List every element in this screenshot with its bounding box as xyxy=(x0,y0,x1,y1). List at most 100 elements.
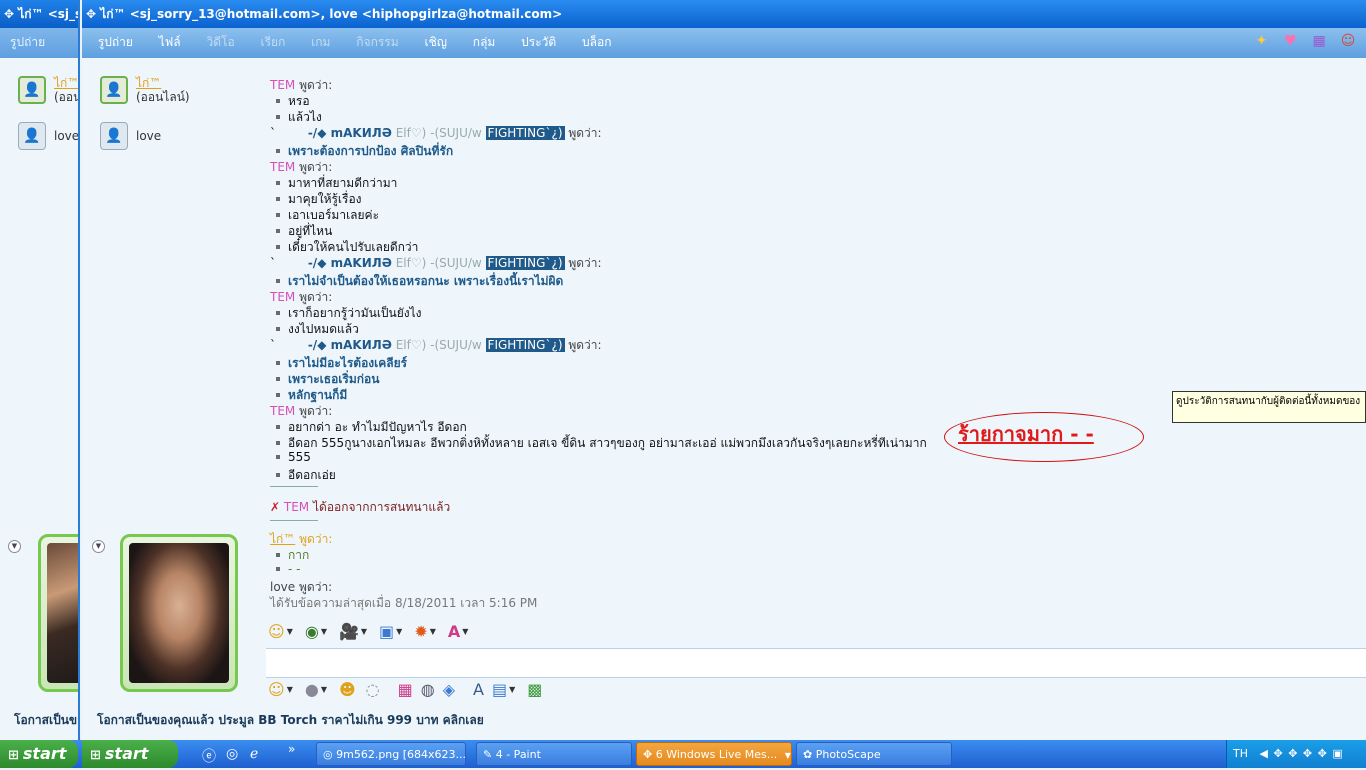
messenger-icon: ✥ xyxy=(86,7,97,21)
ad-banner[interactable]: โอกาสเป็นของคุณแล้ว ประมูล BB Torch ราคา… xyxy=(97,711,484,730)
contact-love[interactable]: 👤 love xyxy=(100,122,161,150)
collapse-icon[interactable]: ▼ xyxy=(8,540,21,553)
ink-grid-icon[interactable]: ▦ xyxy=(398,680,413,699)
window-titlebar[interactable]: ✥ ไก่™ <sj_sorry_13@hotmail.com>, love <… xyxy=(82,0,1366,28)
background-icon[interactable]: ▤ xyxy=(492,680,507,699)
separator xyxy=(270,486,318,487)
background-menubar: รูปถ่าย xyxy=(0,28,78,58)
task-chrome-9m562[interactable]: ◎ 9m562.png [684x623... xyxy=(316,742,466,766)
voice-clip-icon[interactable]: ● xyxy=(305,680,319,699)
start-button-background[interactable]: ⊞ start xyxy=(0,740,78,768)
collapse-icon[interactable]: ▼ xyxy=(92,540,105,553)
menu-invite[interactable]: เชิญ xyxy=(424,28,446,56)
background-contact-love[interactable]: 👤 love xyxy=(18,122,78,150)
video-camera-icon[interactable]: 🎥 xyxy=(339,622,359,641)
messenger-tray-icon[interactable]: ✥ xyxy=(1303,740,1312,768)
wink-icon[interactable]: ◉ xyxy=(305,622,319,641)
system-tray: TH ◀ ✥ ✥ ✥ ✥ ▣ xyxy=(1226,740,1366,768)
format-toolbar: ☺ ▼ ◉ ▼ 🎥 ▼ ▣ ▼ ✹ ▼ A ▼ xyxy=(268,618,480,644)
emoticon-icon[interactable]: ☺ xyxy=(268,622,285,641)
messenger-tray-icon[interactable]: ✥ xyxy=(1288,740,1297,768)
messenger-tray-icon[interactable]: ✥ xyxy=(1273,740,1282,768)
sound-icon[interactable]: ◍ xyxy=(421,680,435,699)
dropdown-arrow-icon[interactable]: ▼ xyxy=(462,627,468,636)
task-photoscape[interactable]: ✿ PhotoScape xyxy=(796,742,952,766)
separator xyxy=(270,520,318,521)
games-icon[interactable]: ▩ xyxy=(527,680,542,699)
emoticon-icon[interactable]: ☺ xyxy=(268,680,285,699)
font-style-icon[interactable]: A xyxy=(448,622,460,641)
display-picture[interactable] xyxy=(120,534,238,692)
network-tray-icon[interactable]: ▣ xyxy=(1332,740,1342,768)
message-header: ` -/◆ mAKИЛӘ Elf♡) -(SUJU/w FIGHTING`¿) … xyxy=(270,256,602,270)
chrome-icon[interactable]: ◎ xyxy=(226,746,238,762)
annotation-text: ร้ายกาจมาก - - xyxy=(958,422,1094,446)
nudge-icon[interactable]: ✹ xyxy=(414,622,427,641)
dropdown-arrow-icon[interactable]: ▼ xyxy=(287,627,293,636)
paint-icon: ✎ xyxy=(483,748,493,761)
contact-avatar: 👤 xyxy=(18,122,46,150)
dropdown-arrow-icon[interactable]: ▼ xyxy=(430,627,436,636)
contact-kai[interactable]: 👤 ไก่™ (ออนไลน์) xyxy=(100,76,190,104)
dropdown-arrow-icon[interactable]: ▼ xyxy=(321,627,327,636)
menu-history[interactable]: ประวัติ xyxy=(521,28,556,56)
message-line: อีดอก 555กูนางเอกไหมละ อีพวกติ่งหิทั้งหล… xyxy=(270,434,927,453)
ie-icon[interactable]: ⓔ xyxy=(202,746,216,766)
menu-files[interactable]: ไฟล์ xyxy=(159,28,181,56)
messenger-icon: ✥ xyxy=(643,748,653,761)
task-paint[interactable]: ✎ 4 - Paint xyxy=(476,742,632,766)
menu-photos[interactable]: รูปถ่าย xyxy=(98,28,133,56)
tray-expand-icon[interactable]: ◀ xyxy=(1260,740,1268,768)
message-line: - - xyxy=(270,562,300,576)
user-left-icon: ✗ xyxy=(270,500,281,514)
dropdown-arrow-icon[interactable]: ▼ xyxy=(287,685,293,694)
dropdown-arrow-icon[interactable]: ▼ xyxy=(509,685,515,694)
menu-call[interactable]: เรียก xyxy=(261,28,286,56)
start-button[interactable]: ⊞ start xyxy=(82,740,178,768)
messenger-conversation-window[interactable]: ✥ ไก่™ <sj_sorry_13@hotmail.com>, love <… xyxy=(82,0,1366,740)
magic-wand-icon[interactable]: ✦ xyxy=(1254,33,1270,49)
taskbar: ⊞ start ⊞ start ⓔ ◎ ℯ » ◎ 9m562.png [684x6… xyxy=(0,740,1366,768)
background-display-picture[interactable] xyxy=(38,534,78,692)
background-picture-icon[interactable]: ▣ xyxy=(379,622,394,641)
speech-icon[interactable]: ◌ xyxy=(366,680,380,699)
background-window-title[interactable]: ✥ ไก่™ <sj_sorry_13@hotmail.com>, love <… xyxy=(0,0,78,28)
message-input[interactable] xyxy=(266,648,1366,678)
chrome-icon: ◎ xyxy=(323,748,333,761)
input-toolbar: ☺ ▼ ● ▼ ☻ ◌ ▦ ◍ ◈ A ▤ ▼ ▩ xyxy=(268,676,544,702)
heart-icon[interactable]: ♥ xyxy=(1282,33,1298,49)
background-menu-photos[interactable]: รูปถ่าย xyxy=(10,35,45,49)
language-indicator[interactable]: TH xyxy=(1233,747,1248,760)
palette-icon[interactable]: ▦ xyxy=(1311,33,1327,49)
ie-browser-icon[interactable]: ℯ xyxy=(250,746,258,762)
contact-avatar: 👤 xyxy=(18,76,46,104)
background-ad-text[interactable]: โอกาสเป็นของคุณแล้ว ประมูล BB Torch ราคา… xyxy=(14,711,78,730)
dropdown-arrow-icon[interactable]: ▼ xyxy=(321,685,327,694)
menu-icon-group: ✦ ♥ ▦ ☺ xyxy=(1245,33,1356,49)
chevron-down-icon: ▼ xyxy=(784,751,791,760)
windows-flag-icon: ⊞ xyxy=(8,748,19,763)
share-icon[interactable]: ◈ xyxy=(443,680,455,699)
menu-blog[interactable]: บล็อก xyxy=(582,28,611,56)
emoticon-face-icon[interactable]: ☺ xyxy=(1340,33,1356,49)
task-windows-live-messenger[interactable]: ✥ 6 Windows Live Mes... ▼ xyxy=(636,742,792,766)
background-contact-kai[interactable]: 👤 ไก่™ (ออนไลน์) xyxy=(18,76,78,104)
background-messenger-window[interactable]: ✥ ไก่™ <sj_sorry_13@hotmail.com>, love <… xyxy=(0,0,80,740)
dropdown-arrow-icon[interactable]: ▼ xyxy=(396,627,402,636)
menu-group[interactable]: กลุ่ม xyxy=(473,28,496,56)
menu-games[interactable]: เกม xyxy=(311,28,330,56)
messenger-icon: ✥ xyxy=(4,7,15,21)
more-quicklaunch-icon[interactable]: » xyxy=(288,742,295,756)
message-line: 555 xyxy=(270,450,311,464)
left-conversation-notice: ✗ TEM ได้ออกจากการสนทนาแล้ว xyxy=(270,500,451,514)
conversation-menubar: รูปถ่าย ไฟล์ วิดีโอ เรียก เกม กิจกรรม เช… xyxy=(82,28,1366,58)
dropdown-arrow-icon[interactable]: ▼ xyxy=(361,627,367,636)
history-tooltip: ดูประวัติการสนทนากับผู้ติดต่อนี้ทั้งหมดข… xyxy=(1172,391,1366,423)
nudge-face-icon[interactable]: ☻ xyxy=(339,680,356,699)
last-received-status: ได้รับข้อความล่าสุดเมื่อ 8/18/2011 เวลา … xyxy=(270,596,538,610)
messenger-tray-icon[interactable]: ✥ xyxy=(1318,740,1327,768)
font-icon[interactable]: A xyxy=(473,680,484,699)
menu-video[interactable]: วิดีโอ xyxy=(206,28,234,56)
menu-activities[interactable]: กิจกรรม xyxy=(356,28,398,56)
message-header: ` -/◆ mAKИЛӘ Elf♡) -(SUJU/w FIGHTING`¿) … xyxy=(270,338,602,352)
